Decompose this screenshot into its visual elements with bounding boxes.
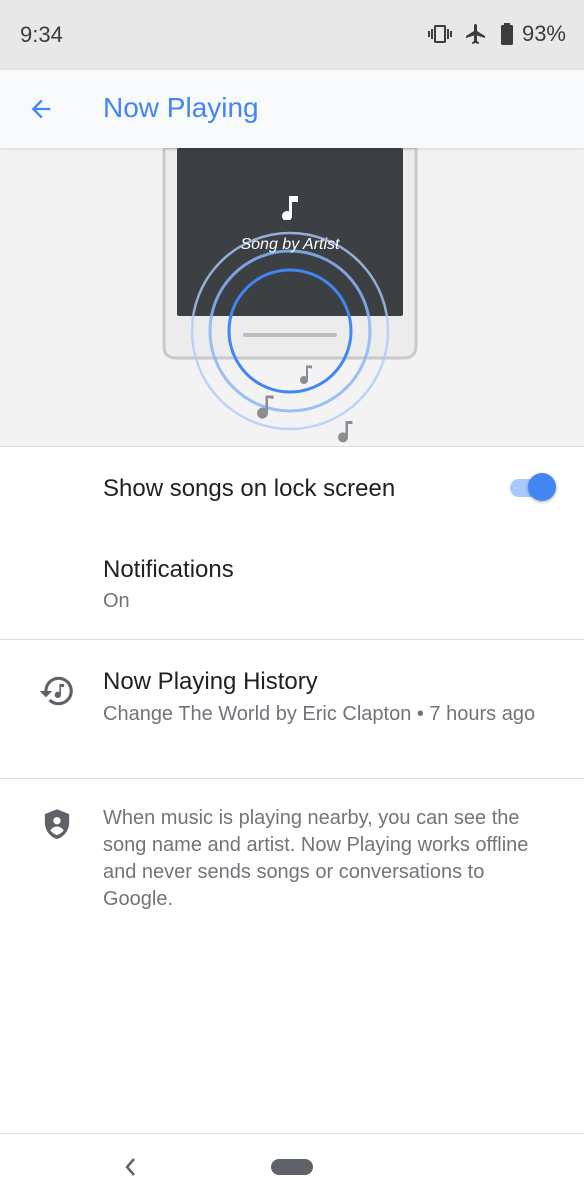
status-icons: 93% (427, 21, 566, 47)
history-setting-row[interactable]: Now Playing History Change The World by … (0, 640, 584, 778)
history-title: Now Playing History (103, 668, 318, 695)
page-title: Now Playing (103, 92, 259, 123)
toggle-thumb (528, 473, 556, 501)
lock-screen-setting-title: Show songs on lock screen (103, 475, 396, 502)
battery-percent: 93% (521, 21, 566, 46)
status-time: 9:34 (20, 22, 63, 47)
lock-screen-toggle[interactable] (510, 473, 556, 501)
history-icon (38, 672, 76, 715)
arrow-back-icon (31, 99, 51, 119)
airplane-mode-icon (464, 22, 488, 46)
notifications-setting-row[interactable]: Notifications On (0, 529, 584, 639)
privacy-shield-icon (42, 808, 72, 847)
back-button[interactable] (18, 86, 64, 132)
nav-back-button[interactable] (116, 1152, 144, 1182)
battery-icon (500, 22, 514, 46)
privacy-info-text: When music is playing nearby, you can se… (103, 807, 529, 910)
nav-back-icon (125, 1158, 135, 1176)
app-bar: Now Playing (0, 70, 584, 148)
system-nav-bar (0, 1133, 584, 1201)
divider (0, 778, 584, 779)
home-pill-icon[interactable] (271, 1159, 313, 1175)
vibrate-icon (427, 22, 452, 46)
lock-screen-setting-row[interactable]: Show songs on lock screen (0, 447, 584, 529)
status-bar: 9:34 93% (0, 0, 584, 70)
notifications-value: On (103, 590, 130, 612)
illustration-song-label: Song by Artist (240, 236, 340, 253)
music-note-icon (282, 196, 298, 220)
hero-illustration: Song by Artist (0, 148, 584, 447)
history-subtitle: Change The World by Eric Clapton • 7 hou… (103, 703, 536, 725)
notifications-title: Notifications (103, 556, 234, 583)
